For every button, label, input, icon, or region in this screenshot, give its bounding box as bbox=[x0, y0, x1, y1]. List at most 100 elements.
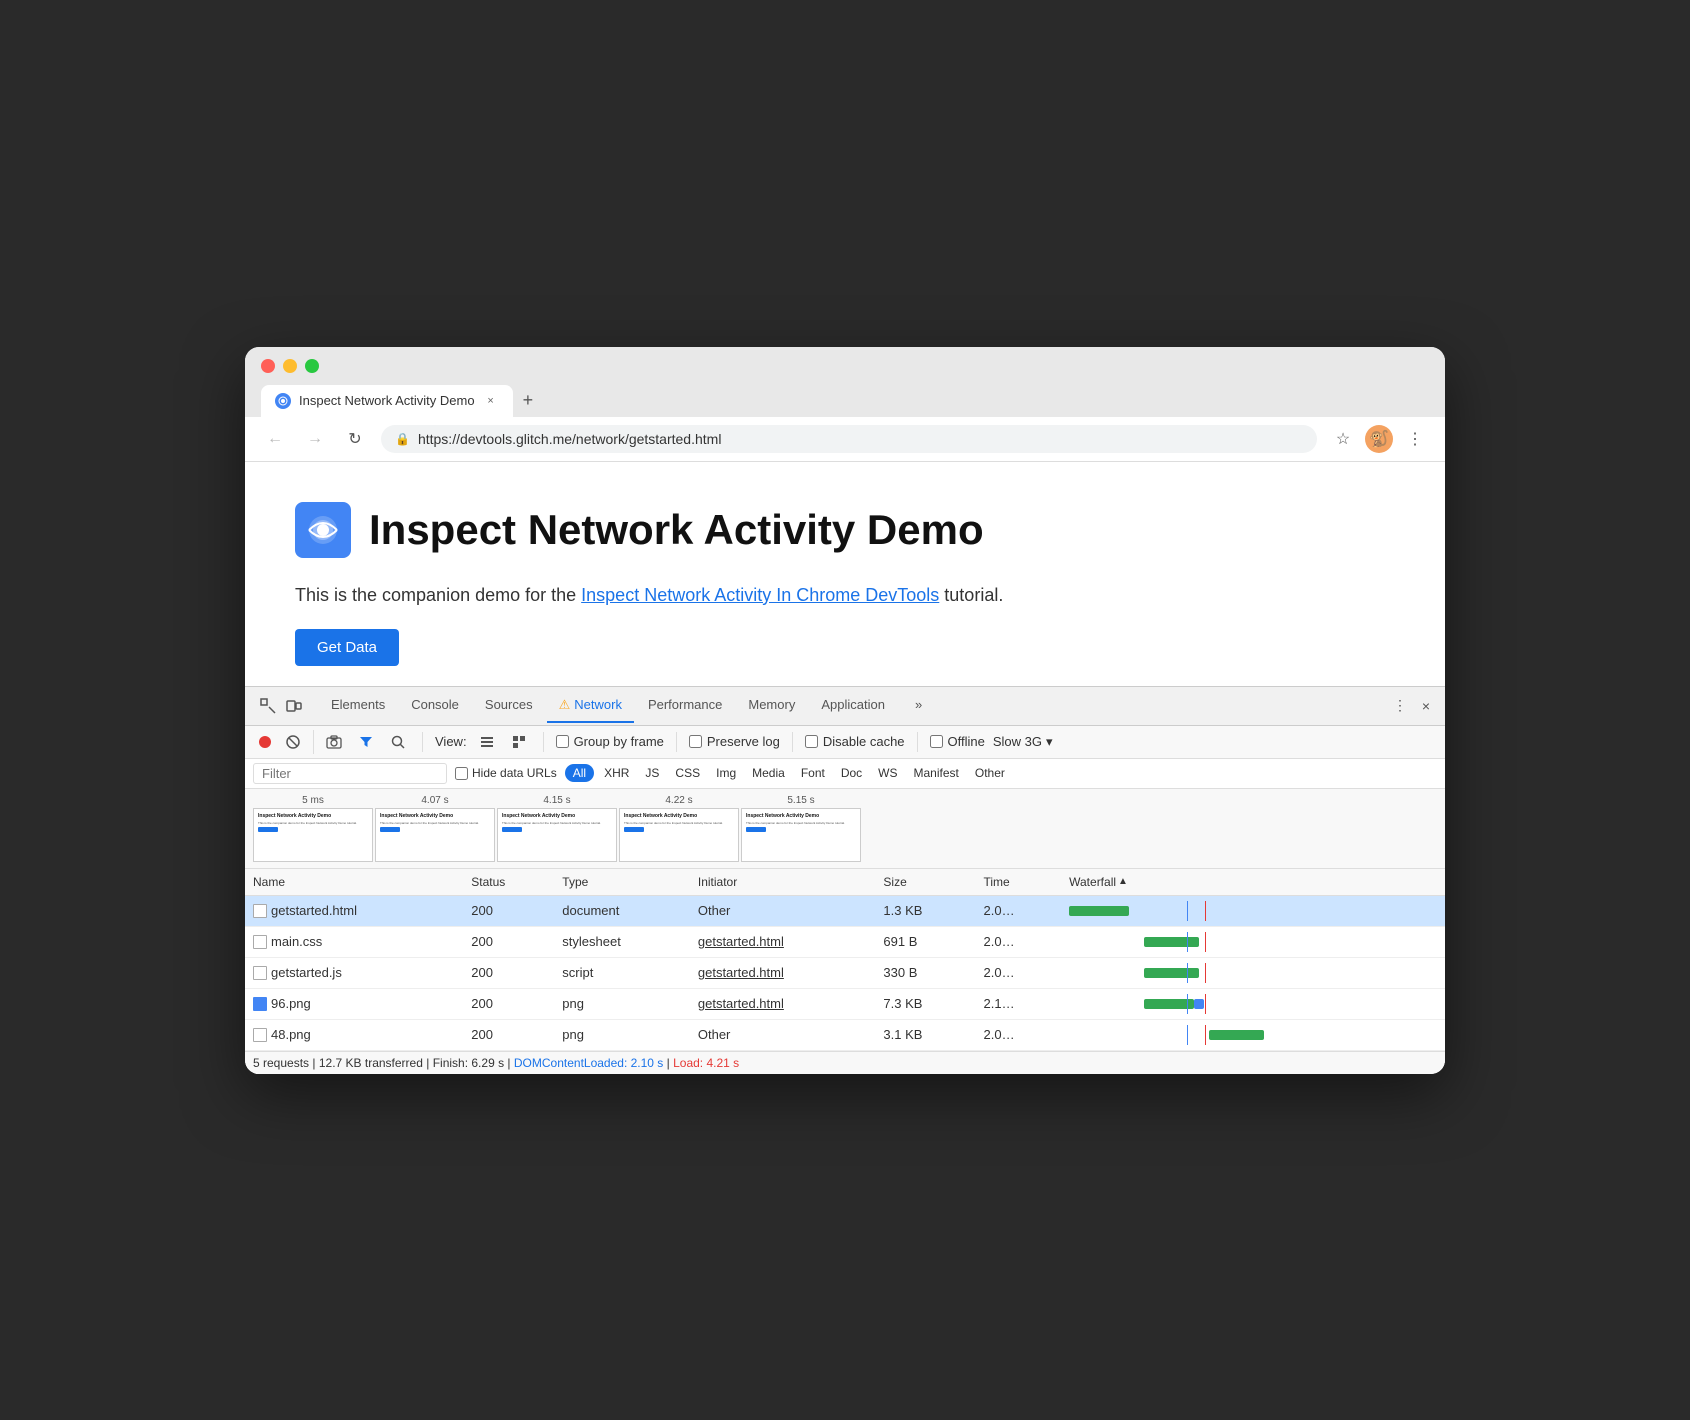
minimize-button[interactable] bbox=[283, 359, 297, 373]
tab-sources[interactable]: Sources bbox=[473, 689, 545, 722]
preserve-log-checkbox[interactable]: Preserve log bbox=[689, 734, 780, 749]
file-icon bbox=[253, 935, 267, 949]
filter-js[interactable]: JS bbox=[639, 764, 665, 782]
clear-button[interactable] bbox=[281, 730, 305, 754]
network-table: Name Status Type Initiator Size Time Wat… bbox=[245, 869, 1445, 1051]
status-dom-content-loaded: DOMContentLoaded: 2.10 s bbox=[514, 1056, 663, 1070]
devtools-status-bar: 5 requests | 12.7 KB transferred | Finis… bbox=[245, 1051, 1445, 1074]
row-initiator-1[interactable]: getstarted.html bbox=[690, 926, 876, 957]
th-time[interactable]: Time bbox=[976, 869, 1062, 896]
view-label: View: bbox=[435, 734, 467, 749]
title-bar: Inspect Network Activity Demo × + bbox=[245, 347, 1445, 417]
hide-data-urls-checkbox[interactable]: Hide data URLs bbox=[455, 766, 557, 780]
status-transferred: 12.7 KB transferred bbox=[319, 1056, 423, 1070]
filter-css[interactable]: CSS bbox=[669, 764, 706, 782]
back-button[interactable]: ← bbox=[261, 425, 289, 453]
group-by-frame-checkbox[interactable]: Group by frame bbox=[556, 734, 664, 749]
table-row[interactable]: getstarted.html200documentOther1.3 KB2.0… bbox=[245, 895, 1445, 926]
filter-other[interactable]: Other bbox=[969, 764, 1011, 782]
file-icon bbox=[253, 1028, 267, 1042]
toolbar-separator-1 bbox=[422, 732, 423, 752]
th-size[interactable]: Size bbox=[875, 869, 975, 896]
tab-application[interactable]: Application bbox=[809, 689, 897, 722]
get-data-button[interactable]: Get Data bbox=[295, 629, 399, 666]
row-status-3: 200 bbox=[463, 988, 554, 1019]
table-row[interactable]: 96.png200pnggetstarted.html7.3 KB2.1… bbox=[245, 988, 1445, 1019]
view-list-icon[interactable] bbox=[475, 730, 499, 754]
th-type[interactable]: Type bbox=[554, 869, 690, 896]
row-initiator-2[interactable]: getstarted.html bbox=[690, 957, 876, 988]
th-name[interactable]: Name bbox=[245, 869, 463, 896]
row-initiator-3[interactable]: getstarted.html bbox=[690, 988, 876, 1019]
active-tab[interactable]: Inspect Network Activity Demo × bbox=[261, 385, 513, 417]
filter-button[interactable] bbox=[354, 730, 378, 754]
row-type-4: png bbox=[554, 1019, 690, 1050]
throttle-select[interactable]: Slow 3G ▾ bbox=[993, 734, 1053, 750]
filter-all[interactable]: All bbox=[565, 764, 594, 782]
maximize-button[interactable] bbox=[305, 359, 319, 373]
new-tab-button[interactable]: + bbox=[515, 383, 542, 417]
page-description: This is the companion demo for the Inspe… bbox=[295, 582, 1395, 609]
forward-button[interactable]: → bbox=[301, 425, 329, 453]
filter-img[interactable]: Img bbox=[710, 764, 742, 782]
th-waterfall[interactable]: Waterfall ▲ bbox=[1061, 869, 1445, 896]
url-text: https://devtools.glitch.me/network/getst… bbox=[418, 431, 1303, 447]
tab-more[interactable]: » bbox=[903, 689, 934, 722]
tab-memory[interactable]: Memory bbox=[736, 689, 807, 722]
waterfall-timeline: 5 ms Inspect Network Activity Demo This … bbox=[245, 789, 1445, 869]
url-bar[interactable]: 🔒 https://devtools.glitch.me/network/get… bbox=[381, 425, 1317, 453]
tab-close-button[interactable]: × bbox=[483, 393, 499, 409]
bookmark-icon[interactable]: ☆ bbox=[1329, 425, 1357, 453]
th-status[interactable]: Status bbox=[463, 869, 554, 896]
disable-cache-checkbox[interactable]: Disable cache bbox=[805, 734, 905, 749]
offline-checkbox[interactable]: Offline bbox=[930, 734, 985, 749]
row-time-4: 2.0… bbox=[976, 1019, 1062, 1050]
record-button[interactable] bbox=[253, 730, 277, 754]
filter-manifest[interactable]: Manifest bbox=[908, 764, 965, 782]
table-row[interactable]: main.css200stylesheetgetstarted.html691 … bbox=[245, 926, 1445, 957]
tab-elements[interactable]: Elements bbox=[319, 689, 397, 722]
th-initiator[interactable]: Initiator bbox=[690, 869, 876, 896]
row-size-2: 330 B bbox=[875, 957, 975, 988]
table-row[interactable]: getstarted.js200scriptgetstarted.html330… bbox=[245, 957, 1445, 988]
inspect-element-icon[interactable] bbox=[257, 695, 279, 717]
search-button[interactable] bbox=[386, 730, 410, 754]
toolbar-separator-5 bbox=[917, 732, 918, 752]
avatar[interactable]: 🐒 bbox=[1365, 425, 1393, 453]
page-title: Inspect Network Activity Demo bbox=[369, 506, 984, 554]
tab-network[interactable]: ⚠ Network bbox=[547, 689, 634, 723]
menu-button[interactable]: ⋮ bbox=[1401, 425, 1429, 453]
wf-thumb-3: 4.15 s Inspect Network Activity Demo Thi… bbox=[497, 795, 617, 862]
wf-thumb-1: 5 ms Inspect Network Activity Demo This … bbox=[253, 795, 373, 862]
table-row[interactable]: 48.png200pngOther3.1 KB2.0… bbox=[245, 1019, 1445, 1050]
row-status-0: 200 bbox=[463, 895, 554, 926]
row-name-1: main.css bbox=[245, 926, 463, 957]
refresh-button[interactable]: ↻ bbox=[341, 425, 369, 453]
wf-thumbnails: 5 ms Inspect Network Activity Demo This … bbox=[245, 795, 1445, 862]
row-type-2: script bbox=[554, 957, 690, 988]
row-name-4: 48.png bbox=[245, 1019, 463, 1050]
filter-font[interactable]: Font bbox=[795, 764, 831, 782]
devtools-actions: ⋮ × bbox=[1389, 695, 1437, 717]
filter-doc[interactable]: Doc bbox=[835, 764, 868, 782]
row-time-1: 2.0… bbox=[976, 926, 1062, 957]
tab-performance[interactable]: Performance bbox=[636, 689, 734, 722]
devtools-close-icon[interactable]: × bbox=[1415, 695, 1437, 717]
traffic-lights bbox=[261, 359, 1429, 373]
device-toolbar-icon[interactable] bbox=[283, 695, 305, 717]
devtools-more-icon[interactable]: ⋮ bbox=[1389, 695, 1411, 717]
view-group-icon[interactable] bbox=[507, 730, 531, 754]
filter-type-bar: All XHR JS CSS Img Media Font Doc WS Man… bbox=[565, 764, 1011, 782]
row-waterfall-2 bbox=[1061, 957, 1445, 988]
row-name-3: 96.png bbox=[245, 988, 463, 1019]
filter-ws[interactable]: WS bbox=[872, 764, 903, 782]
address-bar: ← → ↻ 🔒 https://devtools.glitch.me/netwo… bbox=[245, 417, 1445, 462]
filter-xhr[interactable]: XHR bbox=[598, 764, 635, 782]
camera-button[interactable] bbox=[322, 730, 346, 754]
filter-input[interactable] bbox=[253, 763, 447, 784]
row-initiator-0: Other bbox=[690, 895, 876, 926]
tab-console[interactable]: Console bbox=[399, 689, 471, 722]
tutorial-link[interactable]: Inspect Network Activity In Chrome DevTo… bbox=[581, 585, 939, 605]
close-button[interactable] bbox=[261, 359, 275, 373]
filter-media[interactable]: Media bbox=[746, 764, 791, 782]
